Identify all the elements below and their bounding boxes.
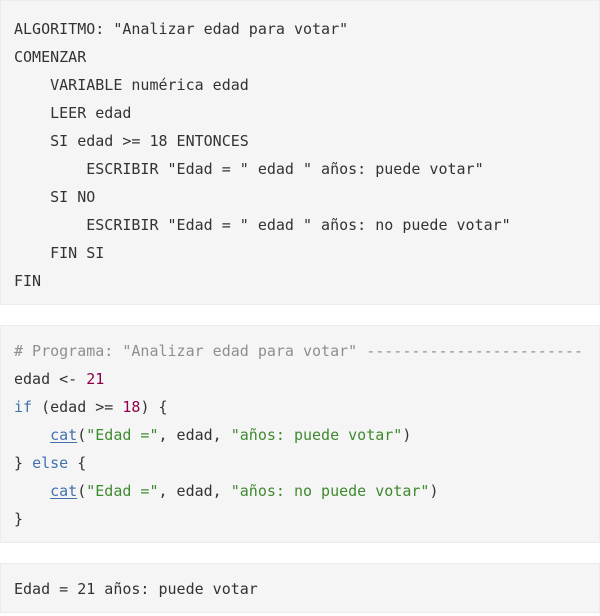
r-code-block: # Programa: "Analizar edad para votar" -… [0, 325, 600, 543]
code-line-cat-1: cat("Edad =", edad, "años: puede votar") [14, 425, 411, 445]
code-paren-close: ) [429, 482, 439, 500]
code-if-close: ) { [140, 398, 168, 416]
algo-line-3: VARIABLE numérica edad [14, 76, 249, 94]
code-function-cat[interactable]: cat [50, 426, 77, 444]
pseudocode-block: ALGORITMO: "Analizar edad para votar" CO… [0, 0, 600, 305]
code-brace: { [68, 454, 87, 472]
algo-line-9: FIN SI [14, 244, 105, 262]
code-brace: } [14, 454, 33, 472]
code-comment: # Programa: "Analizar edad para votar" -… [14, 342, 583, 360]
algo-line-6: ESCRIBIR "Edad = " edad " años: puede vo… [14, 160, 484, 178]
code-string: "Edad =" [86, 482, 159, 500]
algo-line-4: LEER edad [14, 104, 132, 122]
code-line-cat-2: cat("Edad =", edad, "años: no puede vota… [14, 481, 438, 501]
code-args: , edad, [158, 482, 231, 500]
output-block: Edad = 21 años: puede votar [0, 563, 600, 613]
code-paren-close: ) [402, 426, 412, 444]
algo-line-10: FIN [14, 272, 42, 290]
code-line-assign: edad <- 21 [14, 369, 104, 389]
code-function-cat[interactable]: cat [50, 482, 77, 500]
code-paren-open: ( [77, 426, 87, 444]
code-number: 18 [122, 398, 141, 416]
code-args: , edad, [158, 426, 231, 444]
algo-line-8: ESCRIBIR "Edad = " edad " años: no puede… [14, 216, 511, 234]
code-line-if: if (edad >= 18) { [14, 397, 168, 417]
output-text: Edad = 21 años: puede votar [14, 580, 258, 598]
algo-line-1: ALGORITMO: "Analizar edad para votar" [14, 20, 349, 38]
code-paren-open: ( [77, 482, 87, 500]
code-assign-var: edad <- [14, 370, 87, 388]
algo-line-7: SI NO [14, 188, 96, 206]
algo-line-5: SI edad >= 18 ENTONCES [14, 132, 249, 150]
algo-line-2: COMENZAR [14, 48, 87, 66]
code-string: "años: puede votar" [230, 426, 403, 444]
code-number: 21 [86, 370, 105, 388]
code-line-else: } else { [14, 453, 86, 473]
code-line-close: } [14, 510, 24, 528]
code-keyword-else: else [32, 454, 69, 472]
code-string: "años: no puede votar" [230, 482, 430, 500]
code-keyword-if: if [14, 398, 33, 416]
code-if-cond: (edad >= [32, 398, 123, 416]
code-string: "Edad =" [86, 426, 159, 444]
